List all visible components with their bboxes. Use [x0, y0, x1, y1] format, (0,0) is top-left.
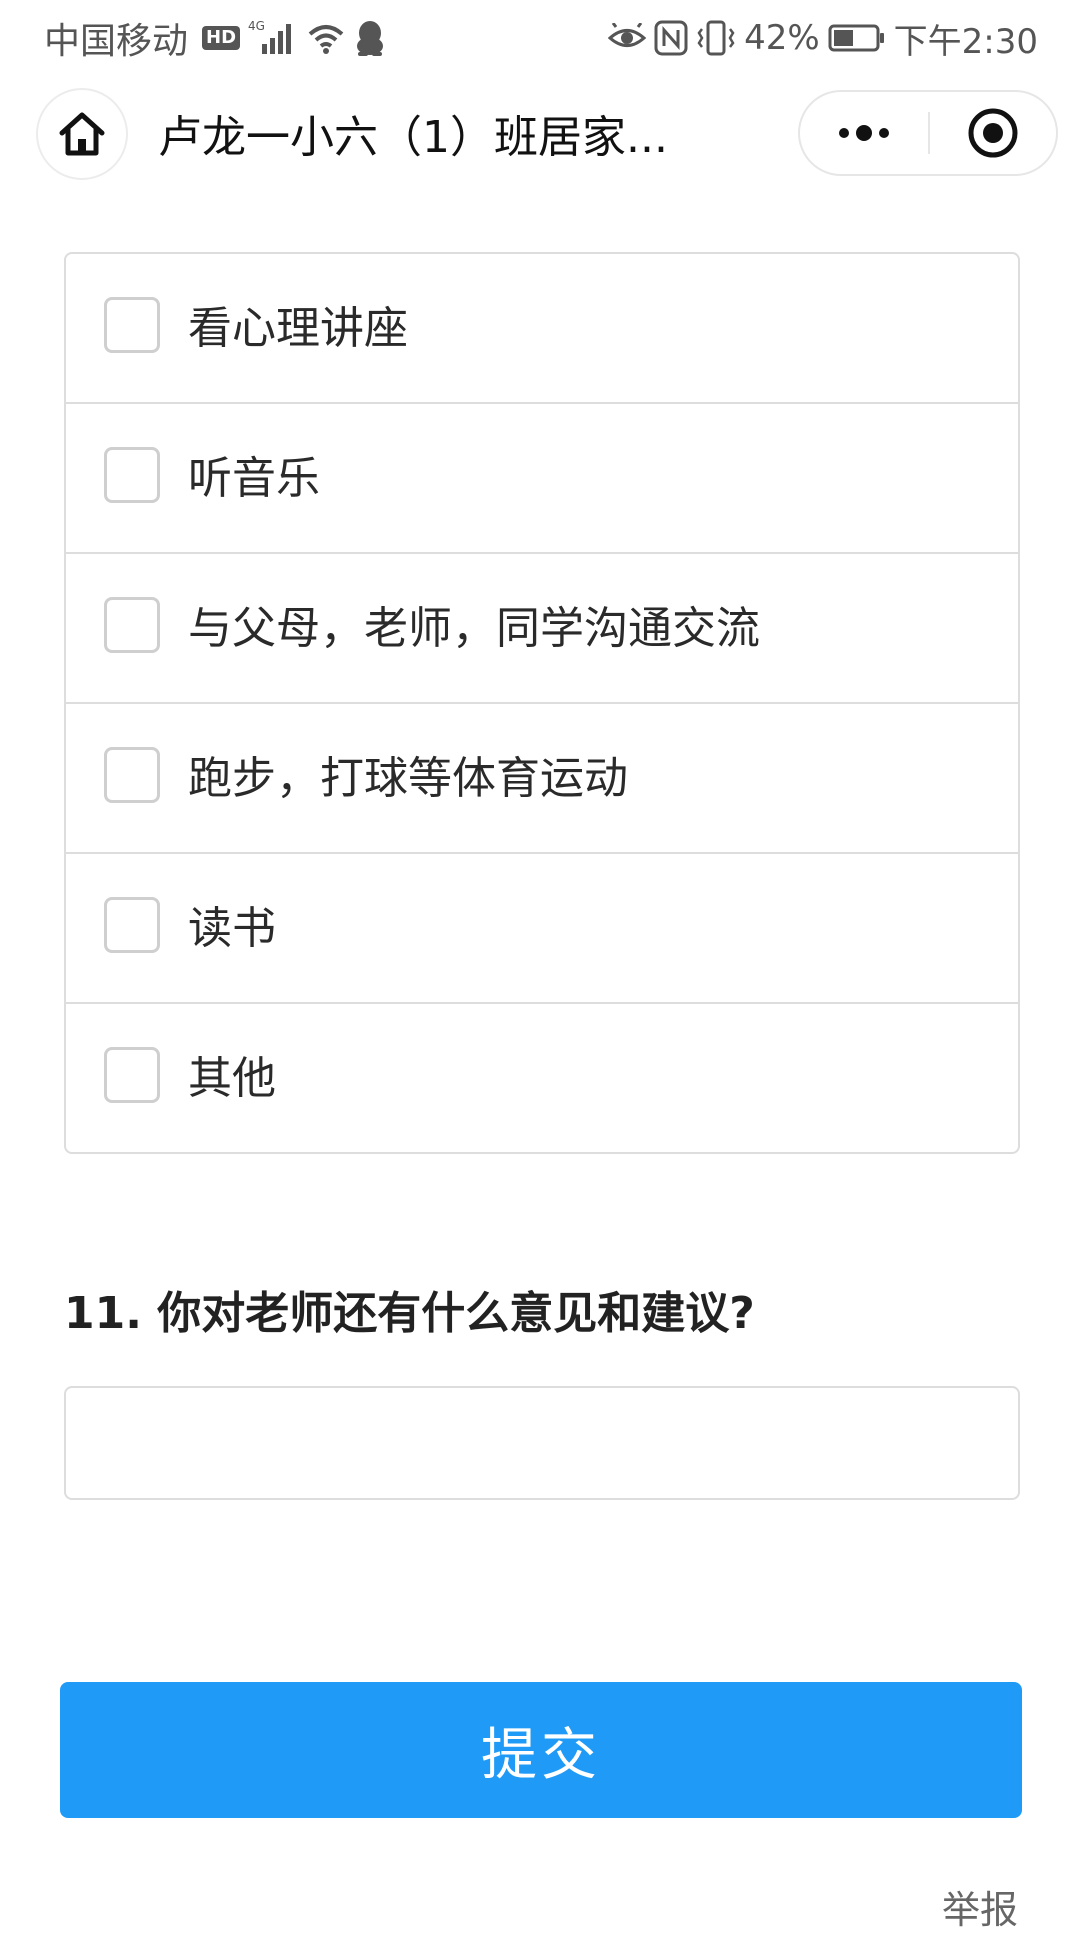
- mini-program-header: 卢龙一小六（1）班居家...: [0, 76, 1080, 200]
- target-close-icon: [968, 108, 1018, 158]
- status-bar: 中国移动 HD 4G 42% 下午2:30: [0, 0, 1080, 76]
- clock: 下午2:30: [893, 21, 1038, 62]
- option-label: 与父母，老师，同学沟通交流: [188, 603, 760, 654]
- option-label: 听音乐: [188, 453, 320, 504]
- signal-icon: 4G: [248, 18, 298, 58]
- home-button[interactable]: [36, 88, 128, 180]
- carrier-name: 中国移动: [44, 21, 189, 62]
- submit-button[interactable]: 提交: [60, 1682, 1022, 1818]
- checkbox[interactable]: [104, 597, 160, 653]
- report-link[interactable]: 举报: [942, 1882, 1018, 1938]
- option-label: 看心理讲座: [188, 303, 408, 354]
- checkbox[interactable]: [104, 447, 160, 503]
- option-label: 其他: [188, 1053, 276, 1104]
- battery-percent: 42%: [744, 18, 820, 58]
- network-type: 4G: [248, 19, 265, 33]
- checkbox[interactable]: [104, 747, 160, 803]
- option-item[interactable]: 读书: [66, 854, 1018, 1004]
- status-right: 42% 下午2:30: [608, 14, 1038, 62]
- question-title: 11. 你对老师还有什么意见和建议?: [64, 1288, 755, 1339]
- wifi-icon: [306, 20, 346, 56]
- checkbox[interactable]: [104, 1047, 160, 1103]
- status-left: 中国移动 HD 4G: [44, 14, 386, 62]
- eye-icon: [608, 23, 647, 53]
- hd-icon: HD: [202, 26, 241, 50]
- option-label: 跑步，打球等体育运动: [188, 753, 628, 804]
- checkbox[interactable]: [104, 297, 160, 353]
- checkbox[interactable]: [104, 897, 160, 953]
- option-item[interactable]: 与父母，老师，同学沟通交流: [66, 554, 1018, 704]
- home-icon: [59, 112, 105, 156]
- options-list: 看心理讲座 听音乐 与父母，老师，同学沟通交流 跑步，打球等体育运动 读书 其他: [64, 252, 1020, 1154]
- close-button[interactable]: [930, 92, 1056, 174]
- more-button[interactable]: [800, 92, 928, 174]
- page-title: 卢龙一小六（1）班居家...: [158, 112, 668, 163]
- vibrate-icon: [696, 19, 736, 57]
- option-item[interactable]: 其他: [66, 1004, 1018, 1152]
- option-item[interactable]: 跑步，打球等体育运动: [66, 704, 1018, 854]
- option-item[interactable]: 听音乐: [66, 404, 1018, 554]
- battery-icon: [828, 23, 886, 53]
- nfc-icon: [654, 20, 688, 56]
- option-label: 读书: [188, 903, 276, 954]
- option-item[interactable]: 看心理讲座: [66, 254, 1018, 404]
- qq-icon: [354, 19, 386, 57]
- capsule-menu: [798, 90, 1058, 176]
- suggestion-input[interactable]: [64, 1386, 1020, 1500]
- more-dots-icon: [839, 125, 889, 141]
